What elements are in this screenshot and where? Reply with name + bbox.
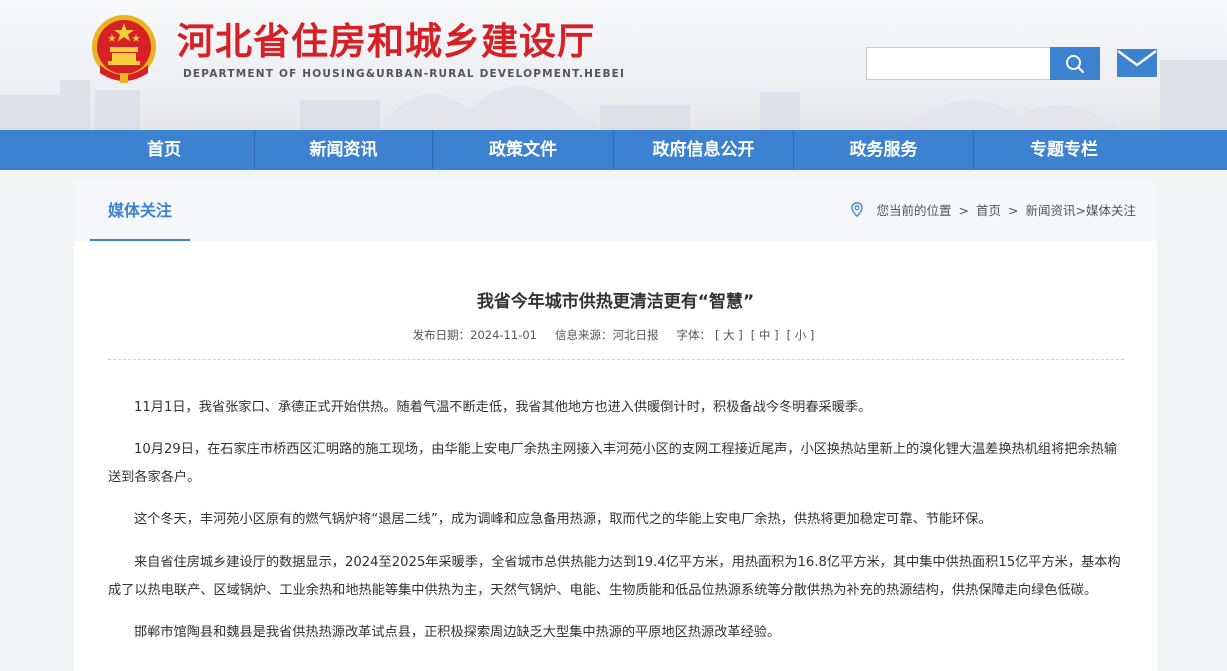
nav-item-home[interactable]: 首页: [74, 130, 254, 170]
content-panel: 媒体关注 您当前的位置 > 首页 > 新闻资讯>媒体关注 我省今年城市供热更清洁更有“智…: [74, 181, 1157, 671]
nav-item-policy[interactable]: 政策文件: [433, 130, 613, 170]
article-paragraph: 来自省住房城乡建设厅的数据显示，2024至2025年采暖季，全省城市总供热能力达…: [108, 555, 1121, 598]
nav-item-services[interactable]: 政务服务: [794, 130, 973, 170]
publish-date: 2024-11-01: [470, 328, 537, 342]
nav-item-news[interactable]: 新闻资讯: [255, 130, 432, 170]
section-title[interactable]: 媒体关注: [90, 181, 190, 241]
article-paragraph: 11月1日，我省张家口、承德正式开始供热。随着气温不断走低，我省其他地方也进入供…: [134, 400, 872, 415]
nav-item-gov-info[interactable]: 政府信息公开: [614, 130, 793, 170]
breadcrumb-separator: >: [958, 203, 970, 218]
article-title: 我省今年城市供热更清洁更有“智慧”: [476, 292, 755, 312]
font-size-label: 字体：: [676, 328, 711, 342]
breadcrumb: 您当前的位置 > 首页 > 新闻资讯>媒体关注: [850, 181, 1136, 241]
national-emblem-icon: [92, 15, 156, 83]
search-input[interactable]: [867, 48, 1051, 79]
site-header: 河北省住房和城乡建设厅 DEPARTMENT OF HOUSING&URBAN-…: [0, 0, 1227, 130]
article-meta: 发布日期：2024-11-01 信息来源：河北日报 字体： [ 大 ] [ 中 ] [ 小…: [74, 327, 1157, 343]
date-label: 发布日期：: [412, 328, 471, 342]
location-pin-icon: [850, 202, 863, 217]
article-source: 河北日报: [612, 328, 659, 342]
site-subtitle: DEPARTMENT OF HOUSING&URBAN-RURAL DEVELO…: [183, 68, 626, 80]
main-navigation: 首页 新闻资讯 政策文件 政府信息公开 政务服务 专题专栏: [0, 130, 1227, 170]
article-paragraph: 10月29日，在石家庄市桥西区汇明路的施工现场，由华能上安电厂余热主网接入丰河苑…: [108, 442, 1118, 485]
nav-item-topics[interactable]: 专题专栏: [974, 130, 1154, 170]
font-size-medium-button[interactable]: [ 中 ]: [751, 328, 779, 342]
breadcrumb-home[interactable]: 首页: [976, 203, 1001, 218]
search-button[interactable]: [1050, 47, 1100, 80]
meta-divider: [108, 359, 1124, 360]
breadcrumb-separator: >: [1008, 203, 1019, 218]
content-header: 媒体关注 您当前的位置 > 首页 > 新闻资讯>媒体关注: [74, 181, 1157, 241]
mail-icon[interactable]: [1117, 49, 1157, 77]
font-size-large-button[interactable]: [ 大 ]: [715, 328, 743, 342]
search-box: [866, 47, 1100, 80]
font-size-small-button[interactable]: [ 小 ]: [787, 328, 815, 342]
search-icon: [1066, 54, 1085, 73]
article-paragraph: 这个冬天，丰河苑小区原有的燃气锅炉将“退居二线”，成为调峰和应急备用热源，取而代…: [134, 512, 992, 527]
source-label: 信息来源：: [554, 328, 613, 342]
site-title: 河北省住房和城乡建设厅: [177, 19, 595, 63]
article-paragraph: 邯郸市馆陶县和魏县是我省供热热源改革试点县，正积极探索周边缺乏大型集中热源的平原…: [134, 625, 781, 640]
breadcrumb-prefix: 您当前的位置: [876, 203, 952, 218]
breadcrumb-current[interactable]: 新闻资讯>媒体关注: [1026, 203, 1136, 218]
